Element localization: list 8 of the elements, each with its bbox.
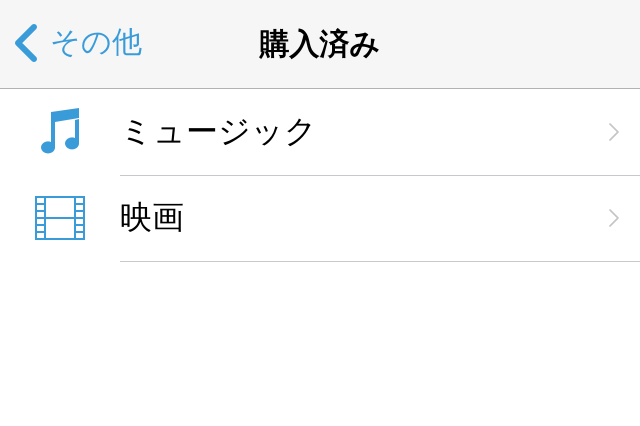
music-note-icon — [39, 108, 81, 156]
disclosure-chevron-icon — [608, 208, 620, 228]
film-icon — [35, 196, 85, 240]
back-chevron-icon — [14, 22, 38, 62]
page-title: 購入済み — [260, 26, 380, 64]
list-item[interactable]: 映画 — [120, 196, 608, 240]
list-item[interactable]: ミュージック — [120, 110, 608, 154]
disclosure-chevron-icon — [608, 122, 620, 142]
